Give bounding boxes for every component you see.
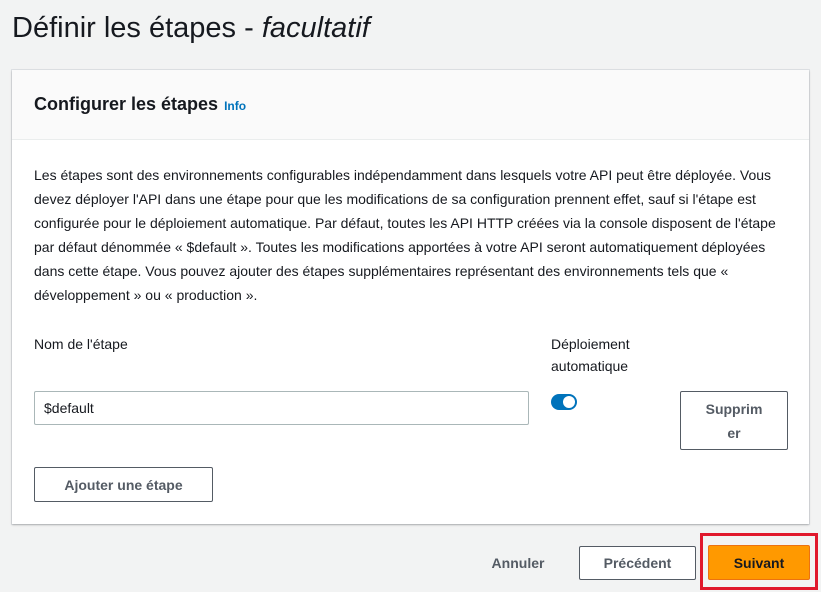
stage-name-input[interactable] xyxy=(34,391,529,425)
next-button[interactable]: Suivant xyxy=(708,545,810,580)
remove-stage-button[interactable]: Supprimer xyxy=(680,391,788,450)
add-stage-button[interactable]: Ajouter une étape xyxy=(34,467,213,502)
panel-description: Les étapes sont des environnements confi… xyxy=(34,167,776,303)
page-title: Définir les étapes - facultatif xyxy=(12,10,370,46)
panel-title: Configurer les étapes Info xyxy=(34,92,246,118)
info-link[interactable]: Info xyxy=(224,99,246,113)
page-title-main: Définir les étapes - xyxy=(12,12,262,44)
cancel-button[interactable]: Annuler xyxy=(478,546,558,580)
panel-title-text: Configurer les étapes xyxy=(34,94,219,114)
auto-deploy-label: Déploiement automatique xyxy=(551,336,630,374)
auto-deploy-toggle[interactable] xyxy=(551,394,577,410)
panel-header: Configurer les étapes Info xyxy=(12,70,809,140)
page-title-optional: facultatif xyxy=(261,12,370,44)
stage-name-label: Nom de l'étape xyxy=(34,336,128,352)
previous-button[interactable]: Précédent xyxy=(579,546,696,580)
toggle-knob xyxy=(563,396,575,408)
configure-stages-panel: Configurer les étapes Info Les étapes son… xyxy=(12,70,809,524)
